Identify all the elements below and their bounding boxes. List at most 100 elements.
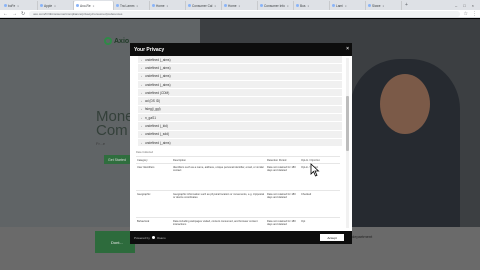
- table-cell[interactable]: Opt: [300, 218, 340, 231]
- vendor-label: undefined (_aims): [145, 140, 171, 145]
- browser-tab-strip: boFe × Apple × Axo-Re × Tra Lamm × Home × Consumer…: [0, 0, 480, 10]
- modal-title: Your Privacy: [134, 46, 165, 53]
- table-row: Behavioral Data including webpages visite…: [136, 217, 340, 231]
- tab-label: Lami: [336, 3, 343, 8]
- table-cell: Data not retained for 180 days and delet…: [267, 219, 296, 226]
- vendor-row[interactable]: › undefined (_aims): [138, 64, 342, 73]
- browser-tab[interactable]: Lami ×: [330, 1, 366, 10]
- modal-scrollbar[interactable]: [346, 58, 349, 228]
- browser-tab[interactable]: Bus ×: [294, 1, 330, 10]
- powered-by: Powered by Osano: [134, 236, 166, 240]
- vendor-row[interactable]: › undefined (_kid): [138, 122, 342, 131]
- tab-favicon-icon: [40, 4, 43, 7]
- close-icon[interactable]: ×: [346, 46, 349, 52]
- new-tab-button[interactable]: +: [402, 1, 411, 10]
- vendor-row[interactable]: › undefined (_aims): [138, 80, 342, 90]
- back-arrow-icon[interactable]: ←: [3, 10, 8, 18]
- vendor-row[interactable]: › undefined (_aims): [138, 56, 342, 65]
- tab-close-icon[interactable]: ×: [308, 4, 310, 8]
- tab-close-icon[interactable]: ×: [287, 4, 289, 8]
- browser-tab[interactable]: Consumer Info ×: [258, 1, 294, 10]
- tab-close-icon[interactable]: ×: [167, 4, 169, 8]
- browser-tab[interactable]: Home ×: [150, 1, 186, 10]
- vendor-label: undefined (_sdd): [145, 132, 169, 137]
- tab-close-icon[interactable]: ×: [214, 4, 216, 8]
- tab-favicon-icon: [188, 4, 191, 7]
- browser-tab[interactable]: Apple ×: [38, 1, 74, 10]
- chevron-right-icon: ›: [141, 65, 142, 70]
- tab-close-icon[interactable]: ×: [54, 4, 56, 8]
- table-cell[interactable]: Checked: [300, 191, 340, 217]
- table-header-cell: Retention Period: [267, 158, 287, 162]
- browser-tab[interactable]: Home ×: [222, 1, 258, 10]
- table-cell: Geographic information such as physical …: [173, 192, 264, 199]
- table-cell[interactable]: Opt-in / Collect: [300, 164, 340, 190]
- tab-label: Consumer Cal: [192, 3, 213, 8]
- vendor-row[interactable]: › fsleg(l_ggl): [138, 105, 342, 115]
- vendor-row[interactable]: › ad (DS ID): [138, 97, 342, 106]
- tab-close-icon[interactable]: ×: [239, 4, 241, 8]
- chevron-right-icon: ›: [141, 140, 142, 145]
- table-cell: Behavioral: [137, 219, 150, 223]
- tab-favicon-icon: [76, 4, 79, 7]
- vendor-label: undefined (_aims): [145, 65, 171, 70]
- table-header-cell: Category: [137, 158, 148, 162]
- vendor-row[interactable]: › undefined (CDM): [138, 89, 342, 98]
- hero-subtitle: Fr...e: [96, 141, 106, 146]
- star-icon[interactable]: ☆: [464, 10, 468, 18]
- feature-card[interactable]: Dont...: [95, 231, 135, 253]
- powered-by-text: Powered by: [134, 235, 150, 240]
- browser-tab[interactable]: Tra Lamm ×: [114, 1, 150, 10]
- accept-button[interactable]: Accept: [320, 234, 344, 241]
- browser-tab[interactable]: Sicwe ×: [366, 1, 402, 10]
- chevron-right-icon: ›: [141, 132, 142, 137]
- hero-title-line2: Com: [96, 122, 128, 139]
- menu-icon[interactable]: ⋮: [472, 10, 477, 18]
- vendor-label: n_gaS1: [145, 115, 156, 120]
- vendor-list: › undefined (_aims) › undefined (_aims) › und…: [138, 56, 342, 148]
- modal-header: Your Privacy ×: [130, 43, 352, 56]
- chevron-right-icon: ›: [141, 99, 142, 104]
- tab-favicon-icon: [224, 4, 227, 7]
- tab-close-icon[interactable]: ×: [136, 4, 138, 8]
- vendor-label: undefined (_aims): [145, 57, 171, 62]
- address-bar[interactable]: axo.com/hr/ttt/consumer/compliance/priva…: [29, 10, 460, 17]
- browser-tab[interactable]: Axo-Re ×: [74, 1, 114, 10]
- modal-footer: Powered by Osano Accept: [130, 231, 352, 244]
- tab-favicon-icon: [296, 4, 299, 7]
- vendor-row[interactable]: › undefined (_aims): [138, 72, 342, 81]
- vendor-label: undefined (_aims): [145, 82, 171, 87]
- tab-close-icon[interactable]: ×: [345, 4, 347, 8]
- table-cell: Identifiers such as a name, address, uni…: [173, 165, 264, 172]
- vendor-row[interactable]: › undefined (_sdd): [138, 130, 342, 139]
- table-cell: User Identifiers: [137, 165, 155, 169]
- forward-arrow-icon[interactable]: →: [12, 10, 17, 18]
- browser-tab[interactable]: Consumer Cal ×: [186, 1, 222, 10]
- logo-mark-icon: [104, 37, 112, 45]
- reload-icon[interactable]: ↻: [21, 10, 25, 18]
- scrollbar-thumb[interactable]: [346, 96, 349, 151]
- tab-label: Sicwe: [372, 3, 381, 8]
- tab-favicon-icon: [368, 4, 371, 7]
- table-cell: Data not retained for 180 days and delet…: [267, 165, 296, 172]
- tab-favicon-icon: [260, 4, 263, 7]
- vendor-row[interactable]: › undefined (_aims): [138, 138, 342, 148]
- tab-label: Bus: [300, 3, 306, 8]
- tab-close-icon[interactable]: ×: [383, 4, 385, 8]
- address-bar-url: axo.com/hr/ttt/consumer/compliance/priva…: [33, 11, 123, 16]
- tab-close-icon[interactable]: ×: [17, 4, 19, 8]
- modal-scroll-area[interactable]: › undefined (_aims) › undefined (_aims) › und…: [130, 56, 352, 231]
- tab-close-icon[interactable]: ×: [93, 4, 95, 8]
- powered-by-brand: Osano: [156, 235, 166, 240]
- site-logo[interactable]: Axio: [104, 37, 129, 45]
- chevron-right-icon: ›: [141, 115, 142, 120]
- table-header-cell: Opt-In / Opt-Out: [301, 158, 320, 162]
- window-minimize-button[interactable]: –: [455, 1, 457, 10]
- hero-cta-button[interactable]: Get Started: [104, 155, 130, 164]
- vendor-row[interactable]: › n_gaS1: [138, 114, 342, 123]
- tab-favicon-icon: [152, 4, 155, 7]
- hero-person-head: [380, 74, 430, 134]
- vendor-label: fsleg(l_ggl): [145, 107, 161, 112]
- hero-title: Mone Com: [96, 109, 134, 139]
- feature-right-label: department: [352, 234, 373, 239]
